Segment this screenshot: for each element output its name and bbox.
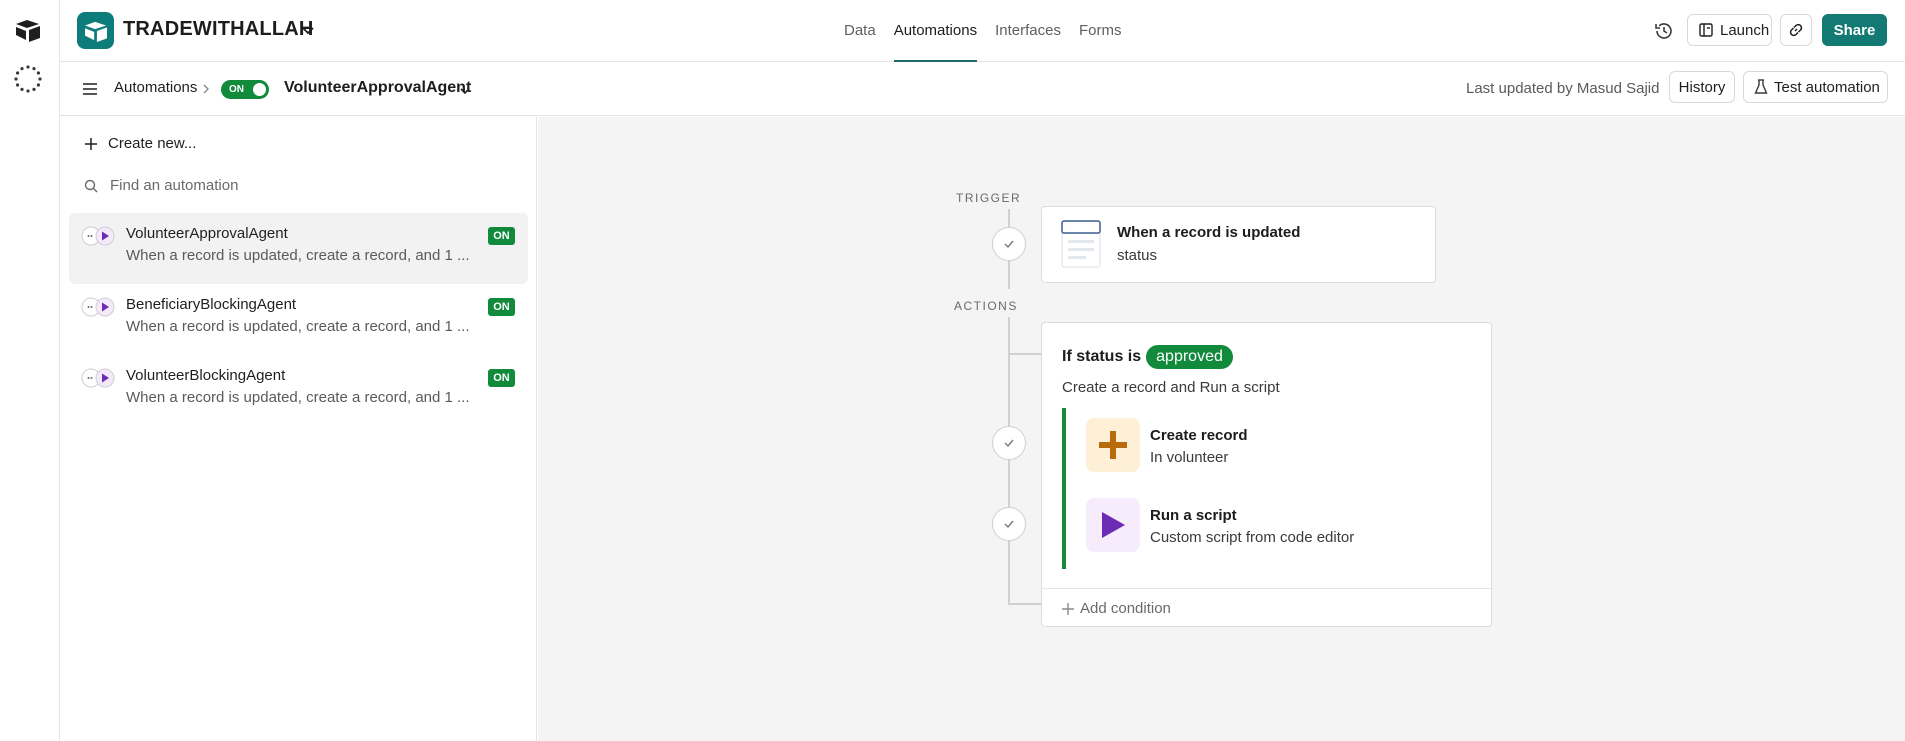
link-icon: [1789, 23, 1803, 37]
status-badge: ON: [488, 227, 515, 245]
check-icon: [992, 227, 1026, 261]
condition-title: If status is approved: [1062, 345, 1233, 369]
automation-description: When a record is updated, create a recor…: [126, 389, 470, 406]
hamburger-menu-icon[interactable]: [82, 82, 98, 96]
base-icon[interactable]: [77, 12, 114, 49]
actions-section-label: ACTIONS: [954, 299, 1018, 313]
check-icon: [992, 507, 1026, 541]
run-script-title[interactable]: Run a script: [1150, 507, 1237, 524]
status-badge: ON: [488, 369, 515, 387]
add-condition-row: Add condition: [1042, 588, 1491, 626]
launch-label: Launch: [1720, 21, 1770, 39]
chevron-down-icon[interactable]: [300, 22, 316, 38]
history-icon[interactable]: [1653, 20, 1675, 42]
tab-interfaces[interactable]: Interfaces: [995, 0, 1061, 62]
create-record-title[interactable]: Create record: [1150, 427, 1248, 444]
automation-header: Automations ON VolunteerApprovalAgent La…: [60, 62, 1905, 116]
automation-name: VolunteerBlockingAgent: [126, 367, 286, 384]
trigger-section-label: TRIGGER: [956, 191, 1022, 205]
airtable-logo-icon[interactable]: [15, 18, 41, 42]
automation-list-item[interactable]: VolunteerBlockingAgent When a record is …: [69, 355, 528, 426]
add-condition-label: Add condition: [1080, 600, 1171, 617]
chevron-right-icon: [203, 84, 209, 94]
plus-icon: [1086, 418, 1140, 472]
connector-line: [1008, 603, 1041, 605]
run-script-subtitle: Custom script from code editor: [1150, 529, 1355, 546]
check-icon: [992, 426, 1026, 460]
automation-canvas: TRIGGER ACTIONS When a record is updated…: [538, 117, 1905, 741]
history-label: History: [1678, 78, 1726, 96]
test-automation-label: Test automation: [1774, 78, 1880, 96]
automation-list-item[interactable]: VolunteerApprovalAgent When a record is …: [69, 213, 528, 284]
automation-list-item[interactable]: BeneficiaryBlockingAgent When a record i…: [69, 284, 528, 355]
chevron-down-icon[interactable]: [458, 84, 472, 98]
launch-button[interactable]: Launch: [1687, 14, 1772, 46]
record-updated-icon: [1061, 220, 1101, 268]
create-record-subtitle: In volunteer: [1150, 449, 1229, 466]
share-button[interactable]: Share: [1822, 14, 1887, 46]
tab-automations[interactable]: Automations: [893, 0, 978, 62]
search-icon: [84, 179, 98, 192]
trigger-subtitle: status: [1117, 247, 1158, 264]
loading-spinner-icon: [14, 65, 42, 93]
connector-line: [1008, 317, 1010, 605]
play-icon: [1086, 498, 1140, 552]
create-new-label: Create new...: [108, 135, 197, 152]
automation-name: BeneficiaryBlockingAgent: [126, 296, 297, 313]
condition-value-pill: approved: [1146, 345, 1233, 369]
status-badge: ON: [488, 298, 515, 316]
trigger-action-icons: [81, 368, 115, 388]
left-rail: [0, 0, 60, 741]
main-nav: Data Automations Interfaces Forms: [844, 0, 1139, 62]
tab-forms[interactable]: Forms: [1079, 0, 1122, 62]
find-automation-input[interactable]: Find an automation: [84, 177, 238, 194]
trigger-action-icons: [81, 226, 115, 246]
condition-subtitle: Create a record and Run a script: [1062, 379, 1280, 396]
connector-line: [1008, 353, 1041, 355]
automations-sidebar: Create new... Find an automation Volunte…: [60, 117, 537, 741]
base-name[interactable]: TRADEWITHALLAH: [123, 18, 314, 41]
last-updated-text: Last updated by Masud Sajid: [1466, 80, 1660, 97]
toggle-label: ON: [229, 84, 244, 95]
automation-description: When a record is updated, create a recor…: [126, 247, 470, 264]
plus-icon: [85, 137, 97, 150]
tab-data[interactable]: Data: [844, 0, 876, 62]
top-bar: TRADEWITHALLAH Data Automations Interfac…: [60, 0, 1905, 62]
automation-name: VolunteerApprovalAgent: [126, 225, 288, 242]
condition-prefix: If status is: [1062, 348, 1142, 365]
condition-branch-bar: [1062, 408, 1066, 569]
create-new-button[interactable]: Create new...: [84, 135, 196, 152]
history-button[interactable]: History: [1669, 71, 1735, 103]
automation-on-toggle[interactable]: ON: [221, 80, 269, 99]
trigger-title: When a record is updated: [1117, 224, 1301, 241]
copy-link-button[interactable]: [1780, 14, 1812, 46]
condition-card[interactable]: If status is approved Create a record an…: [1041, 322, 1492, 627]
airtable-logo-icon: [84, 21, 107, 42]
test-automation-button[interactable]: Test automation: [1743, 71, 1888, 103]
automation-description: When a record is updated, create a recor…: [126, 318, 470, 335]
plus-icon: [1062, 602, 1074, 615]
flask-icon: [1754, 79, 1768, 94]
launch-icon: [1699, 23, 1713, 37]
add-condition-button[interactable]: Add condition: [1062, 600, 1171, 617]
automation-name[interactable]: VolunteerApprovalAgent: [284, 79, 471, 97]
breadcrumb-automations[interactable]: Automations: [114, 79, 197, 96]
trigger-action-icons: [81, 297, 115, 317]
trigger-card[interactable]: When a record is updated status: [1041, 206, 1436, 283]
find-automation-placeholder: Find an automation: [110, 177, 239, 194]
toggle-knob: [253, 83, 266, 96]
